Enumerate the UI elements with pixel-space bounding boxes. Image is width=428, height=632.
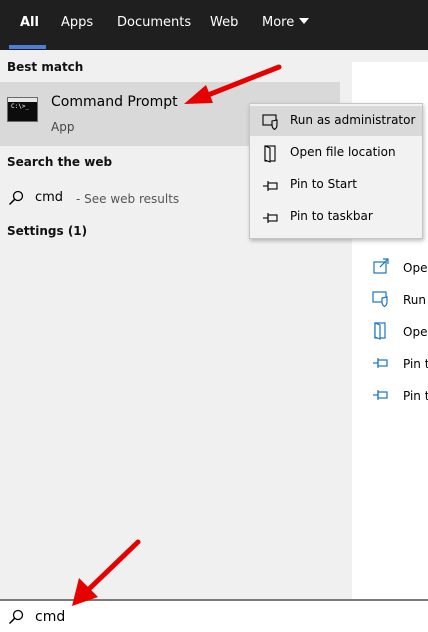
preview-action-run[interactable]: Run xyxy=(372,290,428,310)
menu-item-pin-to-taskbar[interactable]: Pin to taskbar xyxy=(250,202,422,232)
search-filter-tabs: All Apps Documents Web More xyxy=(0,0,428,50)
menu-item-label: Pin to taskbar xyxy=(290,209,373,223)
tab-apps[interactable]: Apps xyxy=(61,0,93,50)
shield-icon xyxy=(372,291,388,308)
menu-item-label: Pin to Start xyxy=(290,177,357,191)
tab-documents[interactable]: Documents xyxy=(117,0,191,50)
menu-item-open-file-location[interactable]: Open file location xyxy=(250,138,422,168)
tab-web[interactable]: Web xyxy=(210,0,238,50)
pin-icon xyxy=(373,390,388,400)
open-icon xyxy=(373,258,389,274)
best-match-subtitle: App xyxy=(51,120,75,134)
menu-item-pin-to-start[interactable]: Pin to Start xyxy=(250,170,422,200)
tab-all[interactable]: All xyxy=(20,0,39,50)
chevron-down-icon xyxy=(299,18,310,24)
menu-item-label: Open file location xyxy=(290,145,396,159)
search-web-header: Search the web xyxy=(7,155,113,169)
search-input[interactable]: cmd xyxy=(35,609,65,625)
search-icon xyxy=(8,190,24,206)
preview-action-label: Ope xyxy=(403,261,428,275)
command-prompt-icon: C:\>_ xyxy=(7,97,38,122)
preview-action-open-location[interactable]: Ope xyxy=(372,322,428,342)
search-box[interactable]: cmd xyxy=(0,599,428,632)
web-result-query: cmd xyxy=(35,190,64,205)
active-tab-indicator xyxy=(9,45,46,49)
best-match-title: Command Prompt xyxy=(51,94,178,110)
menu-item-run-as-administrator[interactable]: Run as administrator xyxy=(250,106,422,136)
tab-more[interactable]: More xyxy=(262,0,310,50)
settings-header[interactable]: Settings (1) xyxy=(7,224,87,238)
pin-icon xyxy=(373,358,388,368)
preview-action-label: Run xyxy=(403,293,427,307)
preview-action-label: Pin t xyxy=(403,357,428,371)
pin-icon xyxy=(263,213,278,223)
preview-action-pin-start[interactable]: Pin t xyxy=(372,354,428,374)
shield-icon xyxy=(262,114,278,131)
pin-icon xyxy=(263,181,278,191)
preview-action-open[interactable]: Ope xyxy=(372,258,428,278)
folder-location-icon xyxy=(264,145,276,163)
best-match-header: Best match xyxy=(7,60,84,74)
preview-action-pin-taskbar[interactable]: Pin t xyxy=(372,386,428,406)
preview-action-label: Ope xyxy=(403,325,428,339)
web-result-suffix: - See web results xyxy=(76,192,180,206)
folder-location-icon xyxy=(374,322,386,340)
context-menu: Run as administrator Open file location … xyxy=(249,103,423,239)
preview-action-label: Pin t xyxy=(403,389,428,403)
search-icon xyxy=(8,609,24,625)
tab-more-label: More xyxy=(262,15,295,30)
menu-item-label: Run as administrator xyxy=(290,113,416,127)
